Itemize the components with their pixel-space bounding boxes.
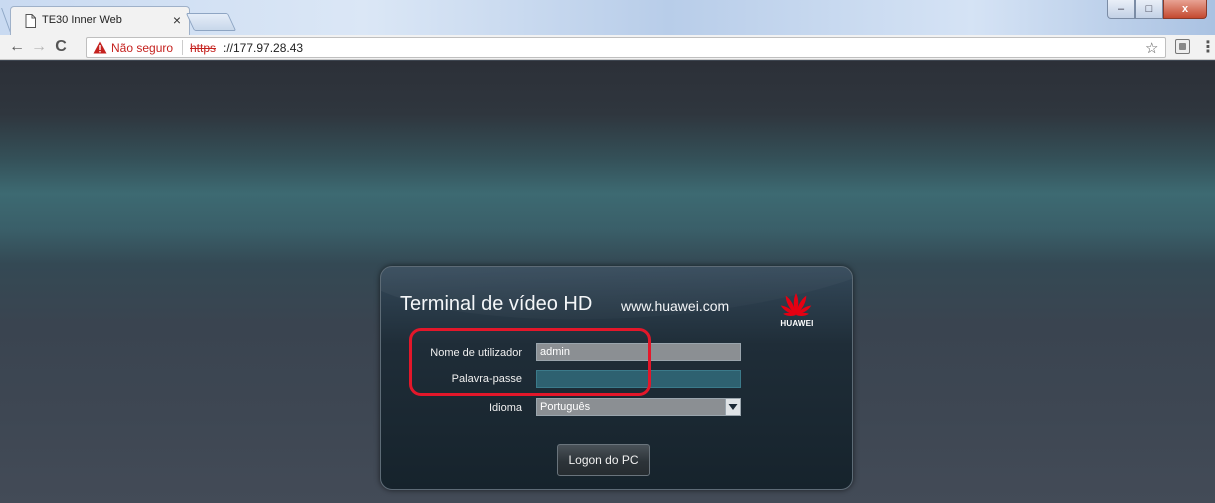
language-select[interactable]: Português <box>536 398 741 416</box>
document-icon <box>25 14 36 28</box>
address-bar[interactable]: Não seguro https ://177.97.28.43 ☆ <box>86 37 1166 58</box>
url-host: ://177.97.28.43 <box>223 41 304 55</box>
chevron-down-icon[interactable] <box>725 398 741 416</box>
tab-title: TE30 Inner Web <box>42 14 122 26</box>
browser-toolbar: ← → C Não seguro https ://177.97.28.43 ☆ <box>0 35 1215 60</box>
star-icon[interactable]: ☆ <box>1145 39 1158 57</box>
security-indicator[interactable]: Não seguro <box>111 41 173 55</box>
browser-tab[interactable]: TE30 Inner Web × <box>10 6 190 35</box>
url-separator <box>182 40 183 55</box>
language-label: Idioma <box>488 402 522 414</box>
warning-icon <box>93 41 107 54</box>
website-link: www.huawei.com <box>621 298 730 314</box>
brand-name: HUAWEI <box>780 319 814 328</box>
page-title: Terminal de vídeo HD <box>400 293 593 315</box>
maximize-button[interactable]: □ <box>1135 0 1163 19</box>
highlight-annotation <box>409 328 651 396</box>
browser-titlebar: TE30 Inner Web × – □ x <box>0 0 1215 35</box>
tab-close-icon[interactable]: × <box>169 11 185 29</box>
back-button[interactable]: ← <box>8 38 26 56</box>
page-background: Terminal de vídeo HD www.huawei.com HUAW… <box>0 61 1215 503</box>
window-close-button[interactable]: x <box>1163 0 1207 19</box>
logon-button[interactable]: Logon do PC <box>557 444 650 476</box>
reload-button[interactable]: C <box>52 38 70 56</box>
forward-button[interactable]: → <box>30 38 48 56</box>
new-tab-button[interactable] <box>185 13 237 31</box>
language-selected-value: Português <box>540 401 591 413</box>
menu-icon[interactable]: ⋮ <box>1200 37 1215 57</box>
window-controls: – □ x <box>1107 0 1207 20</box>
extension-icon[interactable] <box>1175 39 1190 54</box>
minimize-button[interactable]: – <box>1107 0 1135 19</box>
url-scheme: https <box>190 41 217 55</box>
